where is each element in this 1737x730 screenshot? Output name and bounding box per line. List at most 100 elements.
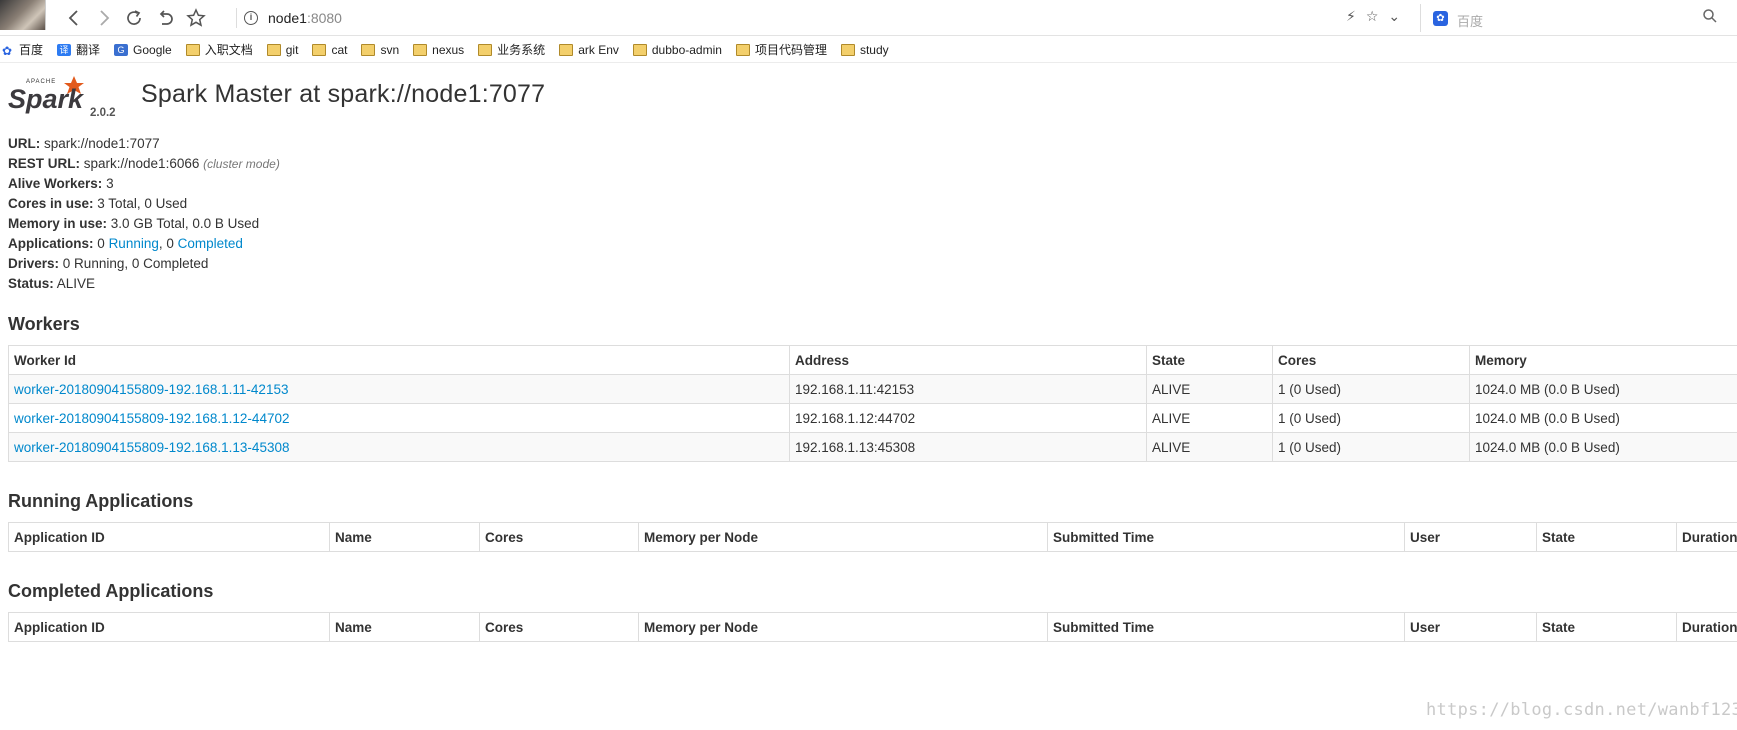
col-worker-id[interactable]: Worker Id [8, 345, 790, 375]
folder-icon [735, 43, 750, 56]
summary-status: Status: ALIVE [8, 276, 96, 291]
address-url[interactable]: node1:8080 [268, 10, 342, 26]
col-state[interactable]: State [1536, 612, 1677, 642]
bookmark-folder[interactable]: svn [361, 43, 399, 57]
summary-cores: Cores in use: 3 Total, 0 Used [8, 196, 188, 211]
bookmark-folder[interactable]: ark Env [559, 43, 619, 57]
address-bar[interactable]: i node1:8080 [236, 4, 1316, 32]
worker-state: ALIVE [1146, 403, 1273, 433]
running-apps-table: Application ID Name Cores Memory per Nod… [8, 522, 1737, 552]
col-application-id[interactable]: Application ID [8, 612, 330, 642]
watermark-text: https://blog.csdn.net/wanbf123 [1426, 700, 1737, 720]
bookmark-folder[interactable]: dubbo-admin [632, 43, 722, 57]
worker-link[interactable]: worker-20180904155809-192.168.1.12-44702 [14, 411, 289, 426]
running-apps-link[interactable]: Running [109, 236, 159, 251]
bookmark-folder[interactable]: git [266, 43, 298, 57]
col-state[interactable]: State [1146, 345, 1273, 375]
site-info-icon[interactable]: i [244, 11, 258, 25]
col-state[interactable]: State [1536, 522, 1677, 552]
folder-icon [185, 43, 200, 56]
bookmark-google[interactable]: G Google [114, 43, 172, 57]
col-name[interactable]: Name [329, 612, 480, 642]
page-title: Spark Master at spark://node1:7077 [141, 80, 546, 108]
chevron-down-icon[interactable]: ⌄ [1388, 8, 1400, 25]
running-apps-heading: Running Applications [8, 491, 194, 511]
col-user[interactable]: User [1404, 522, 1537, 552]
logo-spark-text: Spark [8, 84, 85, 114]
summary-drivers: Drivers: 0 Running, 0 Completed [8, 256, 209, 271]
col-user[interactable]: User [1404, 612, 1537, 642]
table-row: worker-20180904155809-192.168.1.13-45308… [8, 432, 1737, 462]
workers-heading: Workers [8, 314, 80, 334]
worker-state: ALIVE [1146, 432, 1273, 462]
col-name[interactable]: Name [329, 522, 480, 552]
summary-rest-url: REST URL: spark://node1:6066 (cluster mo… [8, 156, 280, 171]
bookmark-folder[interactable]: nexus [413, 43, 464, 57]
bookmark-folder[interactable]: study [840, 43, 889, 57]
master-summary: URL: spark://node1:7077 REST URL: spark:… [8, 134, 280, 294]
table-header-row: Application ID Name Cores Memory per Nod… [8, 522, 1737, 552]
table-header-row: Worker Id Address State Cores Memory [8, 345, 1737, 375]
spark-logo[interactable]: APACHE Spark 2.0.2 [8, 72, 120, 119]
folder-icon [413, 43, 428, 56]
col-submitted-time[interactable]: Submitted Time [1047, 522, 1405, 552]
bookmark-folder[interactable]: cat [312, 43, 347, 57]
bookmark-folder[interactable]: 业务系统 [478, 41, 545, 58]
bookmark-folder[interactable]: 入职文档 [185, 41, 253, 58]
undo-close-icon[interactable] [154, 6, 178, 30]
bookmark-translate[interactable]: 译翻译 [57, 41, 100, 58]
worker-state: ALIVE [1146, 374, 1273, 404]
col-duration[interactable]: Duration [1676, 522, 1737, 552]
folder-icon [478, 43, 493, 56]
folder-icon [632, 43, 647, 56]
bookmark-folder[interactable]: 项目代码管理 [735, 41, 827, 58]
summary-url: URL: spark://node1:7077 [8, 136, 160, 151]
spark-version: 2.0.2 [90, 107, 116, 118]
worker-memory: 1024.0 MB (0.0 B Used) [1469, 432, 1737, 462]
table-row: worker-20180904155809-192.168.1.11-42153… [8, 374, 1737, 404]
worker-link[interactable]: worker-20180904155809-192.168.1.13-45308 [14, 440, 289, 455]
reload-icon[interactable] [122, 6, 146, 30]
worker-address: 192.168.1.12:44702 [789, 403, 1147, 433]
col-memory[interactable]: Memory [1469, 345, 1737, 375]
worker-address: 192.168.1.11:42153 [789, 374, 1147, 404]
completed-apps-table: Application ID Name Cores Memory per Nod… [8, 612, 1737, 642]
col-duration[interactable]: Duration [1676, 612, 1737, 642]
worker-cores: 1 (0 Used) [1272, 374, 1470, 404]
col-memory-per-node[interactable]: Memory per Node [638, 612, 1048, 642]
favorite-icon[interactable]: ☆ [1366, 8, 1379, 25]
col-cores[interactable]: Cores [1272, 345, 1470, 375]
summary-applications: Applications: 0 Running, 0 Completed [8, 236, 243, 251]
search-box[interactable]: ✿ 百度 [1420, 4, 1726, 32]
col-cores[interactable]: Cores [479, 522, 639, 552]
table-header-row: Application ID Name Cores Memory per Nod… [8, 612, 1737, 642]
col-application-id[interactable]: Application ID [8, 522, 330, 552]
worker-link[interactable]: worker-20180904155809-192.168.1.11-42153 [14, 382, 288, 397]
worker-address: 192.168.1.13:45308 [789, 432, 1147, 462]
col-address[interactable]: Address [789, 345, 1147, 375]
worker-cores: 1 (0 Used) [1272, 432, 1470, 462]
profile-avatar[interactable] [0, 0, 46, 30]
col-submitted-time[interactable]: Submitted Time [1047, 612, 1405, 642]
col-cores[interactable]: Cores [479, 612, 639, 642]
col-memory-per-node[interactable]: Memory per Node [638, 522, 1048, 552]
completed-apps-heading: Completed Applications [8, 581, 214, 601]
worker-memory: 1024.0 MB (0.0 B Used) [1469, 374, 1737, 404]
summary-alive-workers: Alive Workers: 3 [8, 176, 114, 191]
forward-icon[interactable] [92, 6, 116, 30]
lightning-icon[interactable]: ⚡ [1346, 8, 1356, 25]
summary-memory: Memory in use: 3.0 GB Total, 0.0 B Used [8, 216, 260, 231]
bookmark-baidu[interactable]: ✿ 百度 [0, 41, 43, 58]
folder-icon [840, 43, 855, 56]
search-input[interactable]: 百度 [1457, 11, 1483, 30]
workers-table: Worker Id Address State Cores Memory wor… [8, 345, 1737, 462]
bookmarks-bar: ✿ 百度 译翻译 G Google 入职文档 git cat svn nexus 业… [0, 37, 1737, 63]
back-icon[interactable] [62, 6, 86, 30]
search-icon[interactable] [1703, 9, 1717, 27]
completed-apps-link[interactable]: Completed [178, 236, 243, 251]
worker-cores: 1 (0 Used) [1272, 403, 1470, 433]
bookmark-star-icon[interactable] [184, 6, 208, 30]
folder-icon [266, 43, 281, 56]
folder-icon [361, 43, 376, 56]
browser-toolbar: i node1:8080 ⚡ ☆ ⌄ ✿ 百度 [0, 0, 1737, 36]
